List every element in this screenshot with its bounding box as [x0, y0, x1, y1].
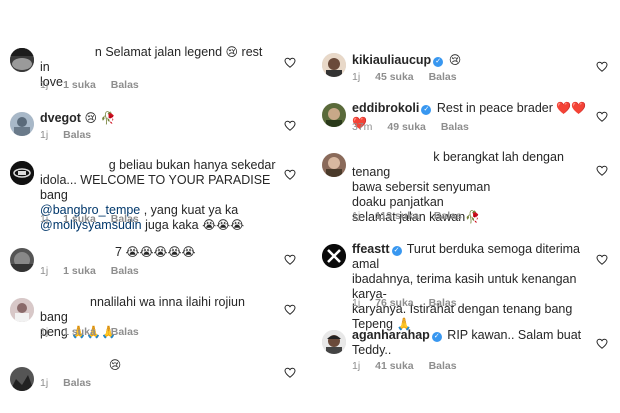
verified-badge-icon: ✓: [391, 246, 402, 256]
heart-icon[interactable]: [596, 111, 608, 122]
comment-meta: 37m 49 suka Balas: [352, 121, 481, 133]
reply-button[interactable]: Balas: [429, 360, 457, 372]
avatar[interactable]: [322, 330, 346, 354]
reply-button[interactable]: Balas: [441, 121, 469, 133]
comment-time: 37m: [352, 121, 373, 133]
heart-icon[interactable]: [596, 165, 608, 176]
comment-meta: 1j 113 suka Balas: [352, 210, 474, 222]
avatar[interactable]: [10, 298, 34, 322]
avatar[interactable]: [10, 112, 34, 136]
obscured-username: xxxxxxxxxxxxx: [352, 150, 433, 164]
obscured-username: xxxxxxxxxxxx: [40, 245, 115, 259]
heart-icon[interactable]: [596, 61, 608, 72]
verified-badge-icon: ✓: [421, 105, 432, 115]
comment-item: aganharahap ✓ RIP kawan.. Salam buat Tedd…: [310, 322, 610, 377]
like-count[interactable]: 1 suka: [63, 79, 96, 91]
comment-username[interactable]: dvegot: [40, 111, 81, 125]
comment-text: ffeastt ✓ Turut berduka semoga diterima a…: [352, 242, 580, 331]
comment-time: 1j: [40, 326, 49, 338]
like-count[interactable]: 45 suka: [375, 71, 414, 83]
avatar[interactable]: [10, 248, 34, 272]
comment-time: 1j: [352, 71, 361, 83]
comment-item: eddibrokoli ✓ Rest in peace brader ❤️❤️❤️…: [310, 95, 610, 140]
comment-item: dvegot 😢 🥀 1j Balas: [0, 100, 300, 141]
comment-item: xxxxxxxxnnalilahi wa inna ilaihi rojiun …: [0, 290, 300, 345]
comment-meta: 1j 45 suka Balas: [352, 71, 469, 83]
comment-item: ffeastt ✓ Turut berduka semoga diterima a…: [310, 238, 610, 331]
comment-time: 1j: [352, 210, 361, 222]
comment-time: 1j: [40, 129, 49, 141]
heart-icon[interactable]: [284, 304, 296, 315]
comment-item: datxxxxxxn Selamat jalan legend 😢 rest i…: [0, 0, 300, 91]
reply-button[interactable]: Balas: [429, 297, 457, 309]
avatar[interactable]: [10, 161, 34, 185]
comment-username[interactable]: ffeastt: [352, 242, 390, 256]
like-count[interactable]: 41 suka: [375, 360, 414, 372]
verified-badge-icon: ✓: [433, 57, 444, 67]
comment-text: dvegot 😢 🥀: [40, 111, 116, 125]
heart-icon[interactable]: [284, 57, 296, 68]
comment-text: kikiauliaucup ✓ 😢: [352, 53, 462, 67]
comment-item: xxxxxxxxxxx😢 1j Balas: [0, 355, 300, 413]
reply-button[interactable]: Balas: [434, 210, 462, 222]
avatar[interactable]: [322, 244, 346, 268]
heart-icon[interactable]: [284, 169, 296, 180]
heart-icon[interactable]: [284, 120, 296, 131]
like-count[interactable]: 113 suka: [375, 210, 419, 222]
reply-button[interactable]: Balas: [63, 377, 91, 389]
comment-username[interactable]: eddibrokoli: [352, 101, 419, 115]
reply-button[interactable]: Balas: [63, 129, 91, 141]
obscured-username: xxxxxxxxxxx: [40, 358, 109, 372]
comment-username[interactable]: kikiauliaucup: [352, 53, 431, 67]
like-count[interactable]: 1 suka: [63, 326, 96, 338]
comment-time: 1j: [352, 297, 361, 309]
comment-item: xxxxxxxxxxxg beliau bukan hanya sekedar …: [0, 155, 300, 235]
comment-item: kikiauliaucup ✓ 😢 1j 45 suka Balas: [310, 45, 610, 90]
comment-text: aganharahap ✓ RIP kawan.. Salam buat Tedd…: [352, 328, 582, 357]
like-count[interactable]: 1 suka: [63, 213, 96, 225]
comment-meta: 1j 1 suka Balas: [40, 213, 151, 225]
obscured-username: xxxxxxxxxxx: [40, 158, 109, 172]
reply-button[interactable]: Balas: [111, 326, 139, 338]
comment-meta: 1j Balas: [40, 377, 103, 389]
obscured-username: datxxxxxx: [40, 45, 95, 59]
comment-meta: 1j 1 suka Balas: [40, 265, 151, 277]
like-count[interactable]: 76 suka: [375, 297, 414, 309]
left-comment-list: datxxxxxxn Selamat jalan legend 😢 rest i…: [0, 0, 300, 413]
heart-icon[interactable]: [284, 367, 296, 378]
comment-meta: 1j 41 suka Balas: [352, 360, 469, 372]
comment-item: xxxxxxxxxxxxxk berangkat lah dengan tena…: [310, 145, 610, 230]
comment-time: 1j: [40, 213, 49, 225]
avatar[interactable]: [10, 48, 34, 72]
avatar[interactable]: [322, 53, 346, 77]
reply-button[interactable]: Balas: [429, 71, 457, 83]
like-count[interactable]: 1 suka: [63, 265, 96, 277]
comment-meta: 1j 1 suka Balas: [40, 326, 151, 338]
comment-text: xxxxxxxxxxxx7 😭😭😭😭😭: [40, 245, 270, 260]
comment-time: 1j: [40, 79, 49, 91]
heart-icon[interactable]: [596, 338, 608, 349]
comment-meta: 1j Balas: [40, 129, 103, 141]
avatar[interactable]: [322, 153, 346, 177]
comment-time: 1j: [40, 265, 49, 277]
comment-time: 1j: [352, 360, 361, 372]
obscured-username: xxxxxxxx: [40, 295, 90, 309]
comment-username[interactable]: aganharahap: [352, 328, 430, 342]
comment-item: xxxxxxxxxxxx7 😭😭😭😭😭 1j 1 suka Balas: [0, 240, 300, 280]
heart-icon[interactable]: [596, 254, 608, 265]
avatar[interactable]: [322, 103, 346, 127]
reply-button[interactable]: Balas: [111, 213, 139, 225]
verified-badge-icon: ✓: [431, 332, 442, 342]
comment-text: xxxxxxxxxxx😢: [40, 358, 270, 373]
like-count[interactable]: 49 suka: [387, 121, 426, 133]
right-comment-list: kikiauliaucup ✓ 😢 1j 45 suka Balas eddibr…: [310, 0, 610, 413]
reply-button[interactable]: Balas: [111, 79, 139, 91]
reply-button[interactable]: Balas: [111, 265, 139, 277]
comment-meta: 1j 1 suka Balas: [40, 79, 151, 91]
heart-icon[interactable]: [284, 254, 296, 265]
comment-time: 1j: [40, 377, 49, 389]
comment-meta: 1j 76 suka Balas: [352, 297, 469, 309]
avatar[interactable]: [10, 367, 34, 391]
